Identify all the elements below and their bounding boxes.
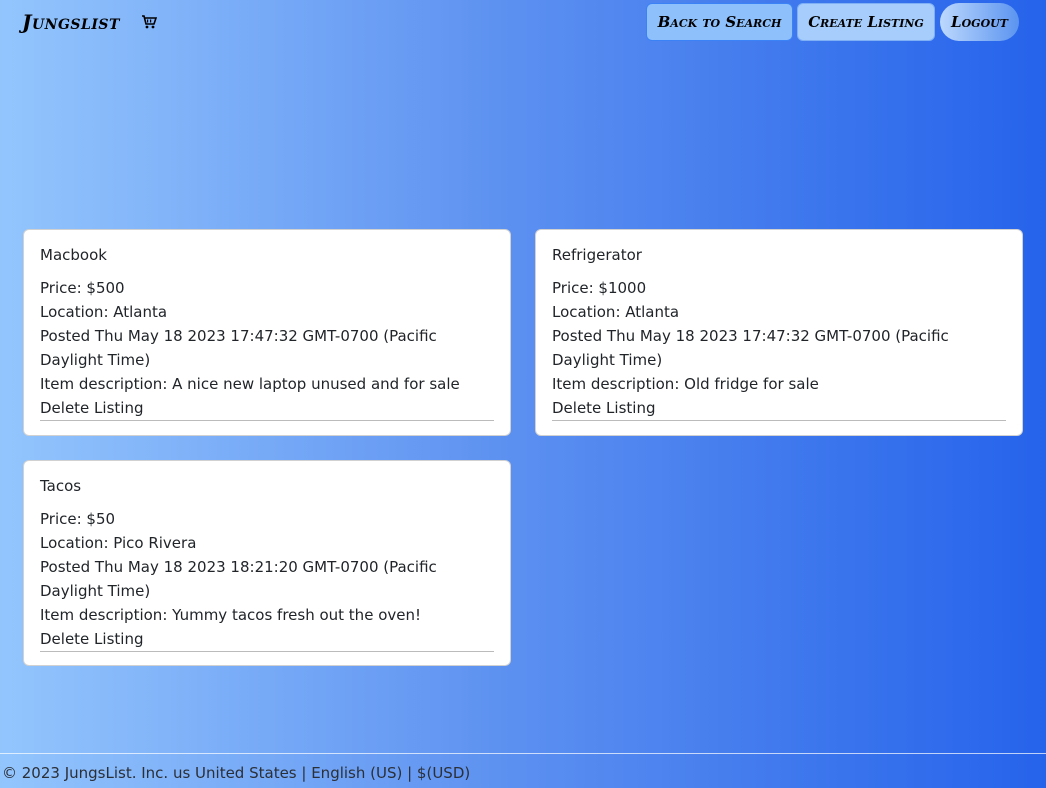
navbar: Jungslist Back to Search Create Listing … [0, 0, 1046, 44]
back-to-search-button[interactable]: Back to Search [646, 3, 793, 41]
footer-text: © 2023 JungsList. Inc. us United States … [2, 764, 471, 782]
listing-description: Item description: A nice new laptop unus… [40, 375, 460, 393]
delete-listing-button[interactable]: Delete Listing [40, 396, 494, 421]
listing-location: Location: Atlanta [40, 303, 168, 321]
listing-posted-date: Posted Thu May 18 2023 18:21:20 GMT-0700… [40, 558, 437, 600]
listing-card: Tacos Price: $50 Location: Pico Rivera P… [23, 460, 511, 666]
create-listing-button[interactable]: Create Listing [797, 3, 935, 41]
listing-description: Item description: Old fridge for sale [552, 375, 819, 393]
listing-location: Location: Pico Rivera [40, 534, 197, 552]
listing-location: Location: Atlanta [552, 303, 680, 321]
listing-posted-date: Posted Thu May 18 2023 17:47:32 GMT-0700… [40, 327, 437, 369]
listing-price: Price: $50 [40, 510, 116, 528]
listing-title: Tacos [40, 477, 82, 495]
listing-card: Refrigerator Price: $1000 Location: Atla… [535, 229, 1023, 436]
delete-listing-button[interactable]: Delete Listing [40, 627, 494, 652]
brand-logo[interactable]: Jungslist [22, 10, 120, 34]
listing-title: Refrigerator [552, 246, 642, 264]
listing-posted-date: Posted Thu May 18 2023 17:47:32 GMT-0700… [552, 327, 949, 369]
delete-listing-button[interactable]: Delete Listing [552, 396, 1006, 421]
listing-title: Macbook [40, 246, 107, 264]
cart-icon[interactable] [141, 14, 158, 30]
listing-card: Macbook Price: $500 Location: Atlanta Po… [23, 229, 511, 436]
listing-price: Price: $500 [40, 279, 125, 297]
footer: © 2023 JungsList. Inc. us United States … [0, 753, 1046, 788]
listing-price: Price: $1000 [552, 279, 647, 297]
logout-button[interactable]: Logout [940, 3, 1019, 41]
listing-description: Item description: Yummy tacos fresh out … [40, 606, 421, 624]
